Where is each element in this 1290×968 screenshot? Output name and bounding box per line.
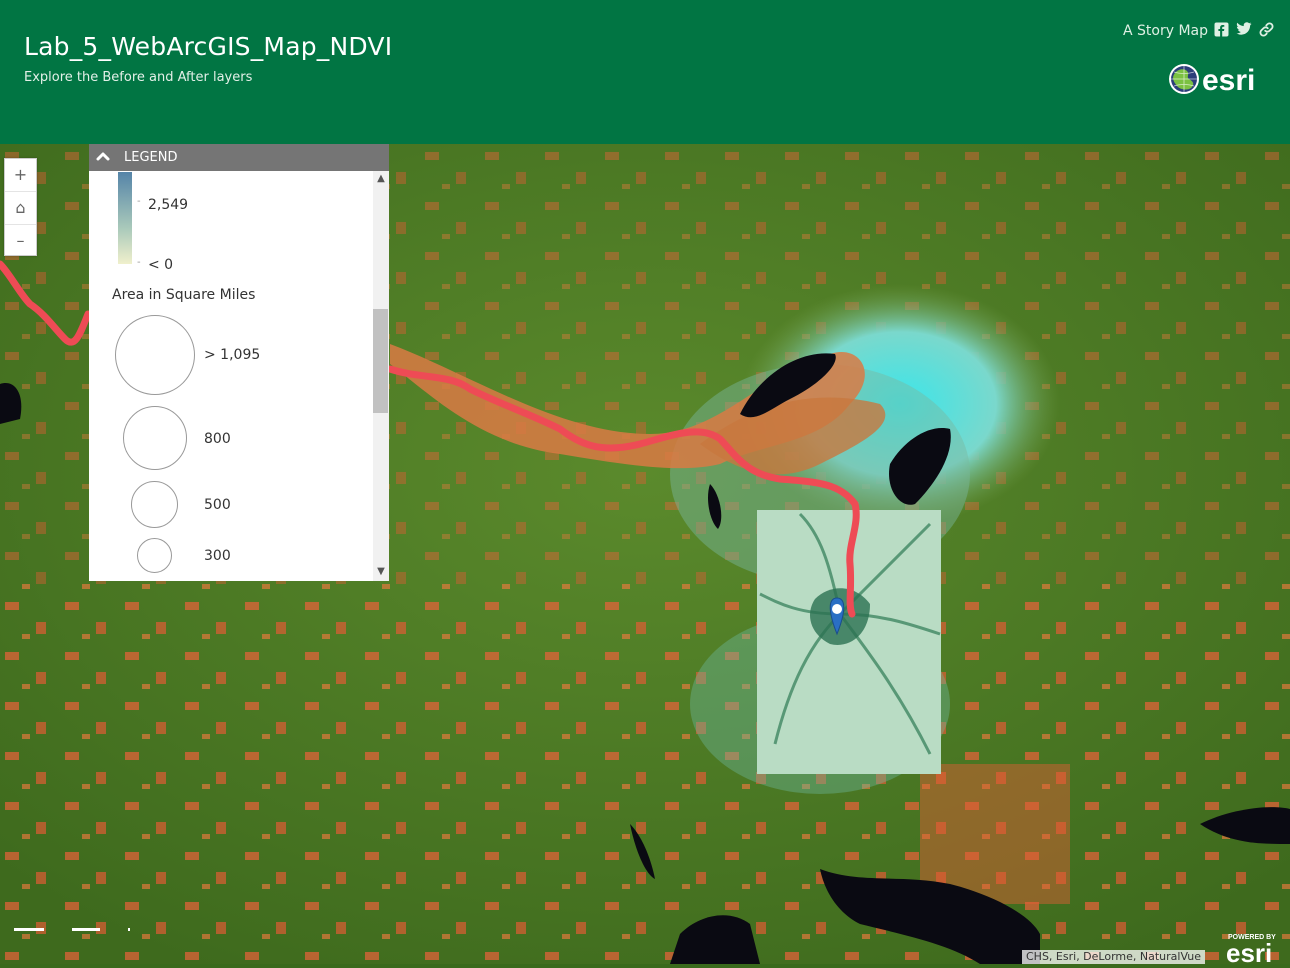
ramp-high-label: 2,549 <box>148 197 189 213</box>
story-map-link[interactable]: A Story Map <box>1123 23 1208 39</box>
scale-bar <box>14 928 130 931</box>
zoom-in-button[interactable]: + <box>5 159 36 192</box>
zoom-controls: + ⌂ – <box>4 158 37 256</box>
ramp-low-label: < 0 <box>148 257 174 273</box>
size-circle-300 <box>137 538 172 573</box>
legend-scrollbar[interactable]: ▲ ▼ <box>373 171 389 581</box>
size-circle-1095 <box>115 315 195 395</box>
ramp-tick-high: - <box>137 196 141 207</box>
size-label-300: 300 <box>204 548 231 564</box>
legend-title: LEGEND <box>124 150 178 165</box>
size-label-800: 800 <box>204 431 231 447</box>
legend-header[interactable]: LEGEND <box>89 144 389 171</box>
scroll-down-icon[interactable]: ▼ <box>376 567 386 577</box>
esri-logo-text: esri <box>1202 64 1255 97</box>
legend-panel: LEGEND - 2,549 - < 0 Area in Square Mile… <box>89 144 389 581</box>
legend-content: - 2,549 - < 0 Area in Square Miles > 1,0… <box>89 171 373 581</box>
size-circle-500 <box>131 481 178 528</box>
zoom-out-button[interactable]: – <box>5 225 36 257</box>
size-label-1095: > 1,095 <box>204 347 261 363</box>
scroll-up-icon[interactable]: ▲ <box>376 174 386 184</box>
map-subtitle: Explore the Before and After layers <box>24 70 253 85</box>
scroll-thumb[interactable] <box>373 309 388 413</box>
app-header: Lab_5_WebArcGIS_Map_NDVI Explore the Bef… <box>0 0 1290 144</box>
size-label-500: 500 <box>204 497 231 513</box>
chevron-up-icon[interactable] <box>95 148 111 164</box>
map-attribution[interactable]: CHS, Esri, DeLorme, NaturalVue <box>1022 950 1205 964</box>
ramp-tick-low: - <box>137 257 141 268</box>
map-title: Lab_5_WebArcGIS_Map_NDVI <box>24 32 393 61</box>
esri-logo[interactable]: esri <box>1166 58 1266 98</box>
link-icon[interactable] <box>1258 22 1274 38</box>
facebook-icon[interactable] <box>1213 22 1229 38</box>
color-ramp <box>118 172 132 264</box>
home-button[interactable]: ⌂ <box>5 192 36 225</box>
powered-logo-text: esri <box>1226 938 1272 964</box>
twitter-icon[interactable] <box>1236 22 1252 38</box>
powered-by-esri-logo[interactable]: POWERED BY esri <box>1222 930 1290 968</box>
size-legend-title: Area in Square Miles <box>112 287 256 303</box>
size-circle-800 <box>123 406 187 470</box>
